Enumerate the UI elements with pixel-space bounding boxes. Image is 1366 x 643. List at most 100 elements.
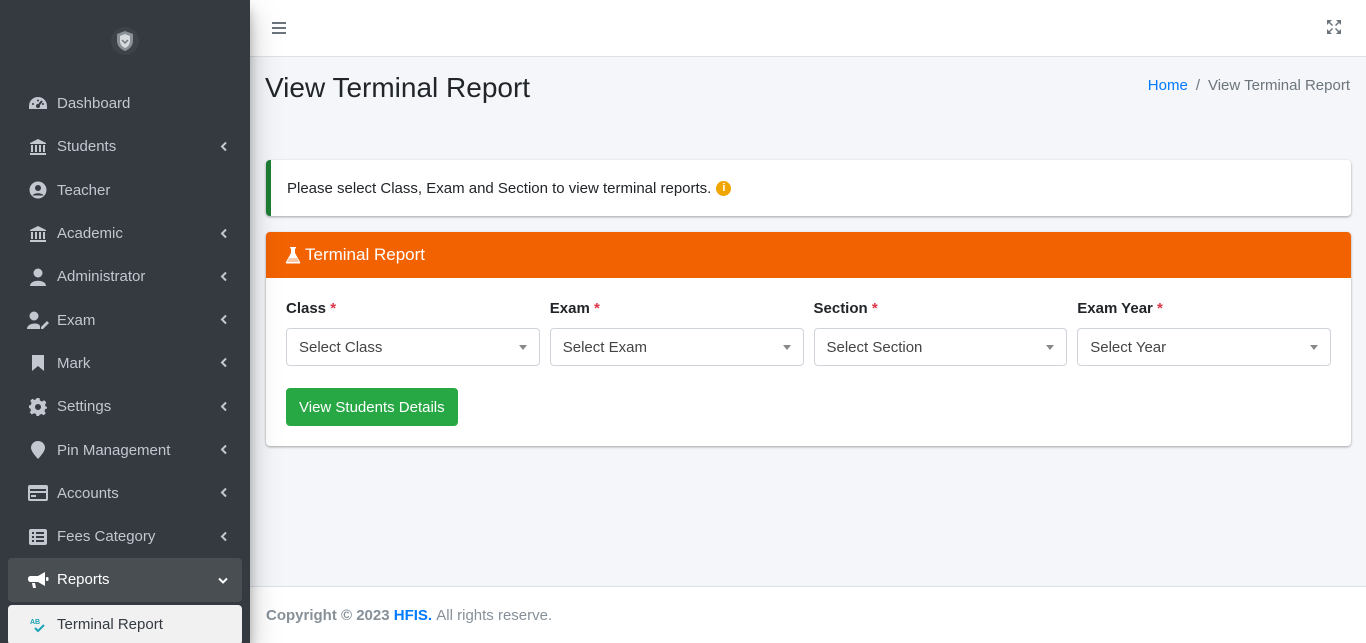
- dropdown-caret-icon: [782, 345, 791, 350]
- required-marker: *: [1157, 300, 1163, 317]
- exam-year-label-text: Exam Year: [1077, 300, 1153, 317]
- section-label-text: Section: [813, 300, 868, 317]
- breadcrumb-separator: /: [1195, 77, 1200, 94]
- section-select[interactable]: Select Section: [813, 328, 1068, 366]
- credit-card-icon: [27, 483, 49, 503]
- exam-field-group: Exam * Select Exam: [549, 300, 804, 366]
- user-circle-icon: [27, 180, 49, 200]
- chevron-left-icon: [220, 268, 228, 285]
- brand-logo-link[interactable]: [0, 0, 250, 82]
- sidebar-item-mark[interactable]: Mark: [8, 342, 242, 385]
- sidebar-item-label: Mark: [57, 354, 91, 372]
- sidebar-item-label: Terminal Report: [57, 616, 163, 634]
- spell-check-icon: AB: [27, 615, 49, 635]
- breadcrumb-home-link[interactable]: Home: [1148, 77, 1188, 94]
- copyright-text: Copyright © 2023: [266, 606, 390, 624]
- sidebar-nav: Dashboard Students Teacher Academic Admi…: [0, 82, 250, 643]
- dropdown-caret-icon: [518, 345, 527, 350]
- exam-label-text: Exam: [549, 300, 590, 317]
- view-students-details-button[interactable]: View Students Details: [286, 388, 458, 426]
- chevron-left-icon: [220, 138, 228, 155]
- expand-icon[interactable]: [1326, 19, 1344, 37]
- chevron-left-icon: [220, 528, 228, 545]
- required-marker: *: [330, 300, 337, 317]
- bookmark-icon: [27, 353, 49, 373]
- map-pin-icon: [27, 440, 49, 460]
- dropdown-caret-icon: [1046, 345, 1055, 350]
- class-label: Class *: [286, 300, 540, 317]
- card-header: Terminal Report: [266, 232, 1351, 278]
- class-field-group: Class * Select Class: [286, 300, 540, 366]
- sidebar-item-label: Pin Management: [57, 441, 171, 459]
- required-marker: *: [871, 300, 878, 317]
- sidebar-item-label: Dashboard: [57, 95, 131, 113]
- class-select-value: Select Class: [299, 338, 383, 356]
- sidebar-item-pin-management[interactable]: Pin Management: [8, 428, 242, 471]
- breadcrumb: Home / View Terminal Report: [1148, 77, 1350, 94]
- sidebar-item-label: Reports: [57, 571, 110, 589]
- chevron-left-icon: [220, 225, 228, 242]
- class-label-text: Class: [286, 300, 327, 317]
- top-navbar: [250, 0, 1366, 57]
- footer-brand-link[interactable]: HFIS.: [394, 607, 432, 624]
- user-edit-icon: [27, 310, 49, 330]
- sidebar-item-students[interactable]: Students: [8, 125, 242, 168]
- shield-logo-icon: [108, 24, 142, 58]
- sidebar-item-label: Settings: [57, 398, 112, 416]
- sidebar-item-teacher[interactable]: Teacher: [8, 169, 242, 212]
- sidebar-item-exam[interactable]: Exam: [8, 298, 242, 341]
- sidebar-item-label: Exam: [57, 311, 96, 329]
- footer-suffix: All rights reserve.: [436, 606, 553, 624]
- sidebar-item-academic[interactable]: Academic: [8, 212, 242, 255]
- sidebar-item-fees-category[interactable]: Fees Category: [8, 515, 242, 558]
- terminal-report-card: Terminal Report Class * Select Class Exa…: [266, 232, 1351, 446]
- section-label: Section *: [814, 300, 1068, 317]
- sidebar-item-terminal-report[interactable]: AB Terminal Report: [8, 604, 242, 643]
- sidebar-item-label: Accounts: [57, 484, 119, 502]
- sidebar-item-dashboard[interactable]: Dashboard: [8, 82, 242, 125]
- chevron-left-icon: [220, 312, 228, 329]
- tachometer-icon: [27, 94, 49, 114]
- user-icon: [27, 267, 49, 287]
- sidebar-item-label: Academic: [57, 225, 123, 243]
- callout-text: Please select Class, Exam and Section to…: [287, 179, 712, 197]
- sidebar-item-label: Administrator: [57, 268, 146, 286]
- card-title: Terminal Report: [305, 245, 425, 264]
- exam-year-field-group: Exam Year * Select Year: [1077, 300, 1331, 366]
- chevron-left-icon: [220, 485, 228, 502]
- page-title: View Terminal Report: [265, 72, 531, 103]
- exam-select-value: Select Exam: [562, 338, 647, 356]
- gear-icon: [27, 397, 49, 417]
- exam-year-label: Exam Year *: [1077, 300, 1331, 317]
- chevron-left-icon: [220, 442, 228, 459]
- chevron-down-icon: [218, 571, 228, 588]
- dropdown-caret-icon: [1310, 345, 1318, 350]
- info-circle-icon: i: [716, 180, 732, 196]
- filter-form: Class * Select Class Exam * Select Exam …: [286, 300, 1331, 366]
- breadcrumb-current: View Terminal Report: [1207, 77, 1350, 94]
- svg-text:AB: AB: [30, 619, 40, 626]
- footer: Copyright © 2023 HFIS. All rights reserv…: [250, 586, 1366, 643]
- sidebar-item-settings[interactable]: Settings: [8, 385, 242, 428]
- sidebar: Dashboard Students Teacher Academic Admi…: [0, 0, 250, 643]
- university-icon: [27, 137, 49, 157]
- bullhorn-icon: [27, 570, 49, 590]
- class-select[interactable]: Select Class: [286, 328, 540, 366]
- sidebar-item-label: Students: [57, 138, 117, 156]
- sidebar-item-administrator[interactable]: Administrator: [8, 255, 242, 298]
- list-alt-icon: [27, 527, 49, 547]
- sidebar-item-accounts[interactable]: Accounts: [8, 472, 242, 515]
- section-select-value: Select Section: [826, 338, 923, 356]
- sidebar-item-reports[interactable]: Reports: [8, 558, 242, 602]
- exam-label: Exam *: [550, 300, 804, 317]
- info-callout: Please select Class, Exam and Section to…: [266, 160, 1351, 216]
- chevron-left-icon: [220, 398, 228, 415]
- exam-select[interactable]: Select Exam: [549, 328, 804, 366]
- university-icon: [27, 224, 49, 244]
- exam-year-select[interactable]: Select Year: [1077, 328, 1331, 366]
- exam-year-select-value: Select Year: [1090, 338, 1167, 356]
- sidebar-item-label: Teacher: [57, 181, 111, 199]
- required-marker: *: [593, 300, 600, 317]
- chevron-left-icon: [220, 355, 228, 372]
- hamburger-icon[interactable]: [272, 19, 292, 37]
